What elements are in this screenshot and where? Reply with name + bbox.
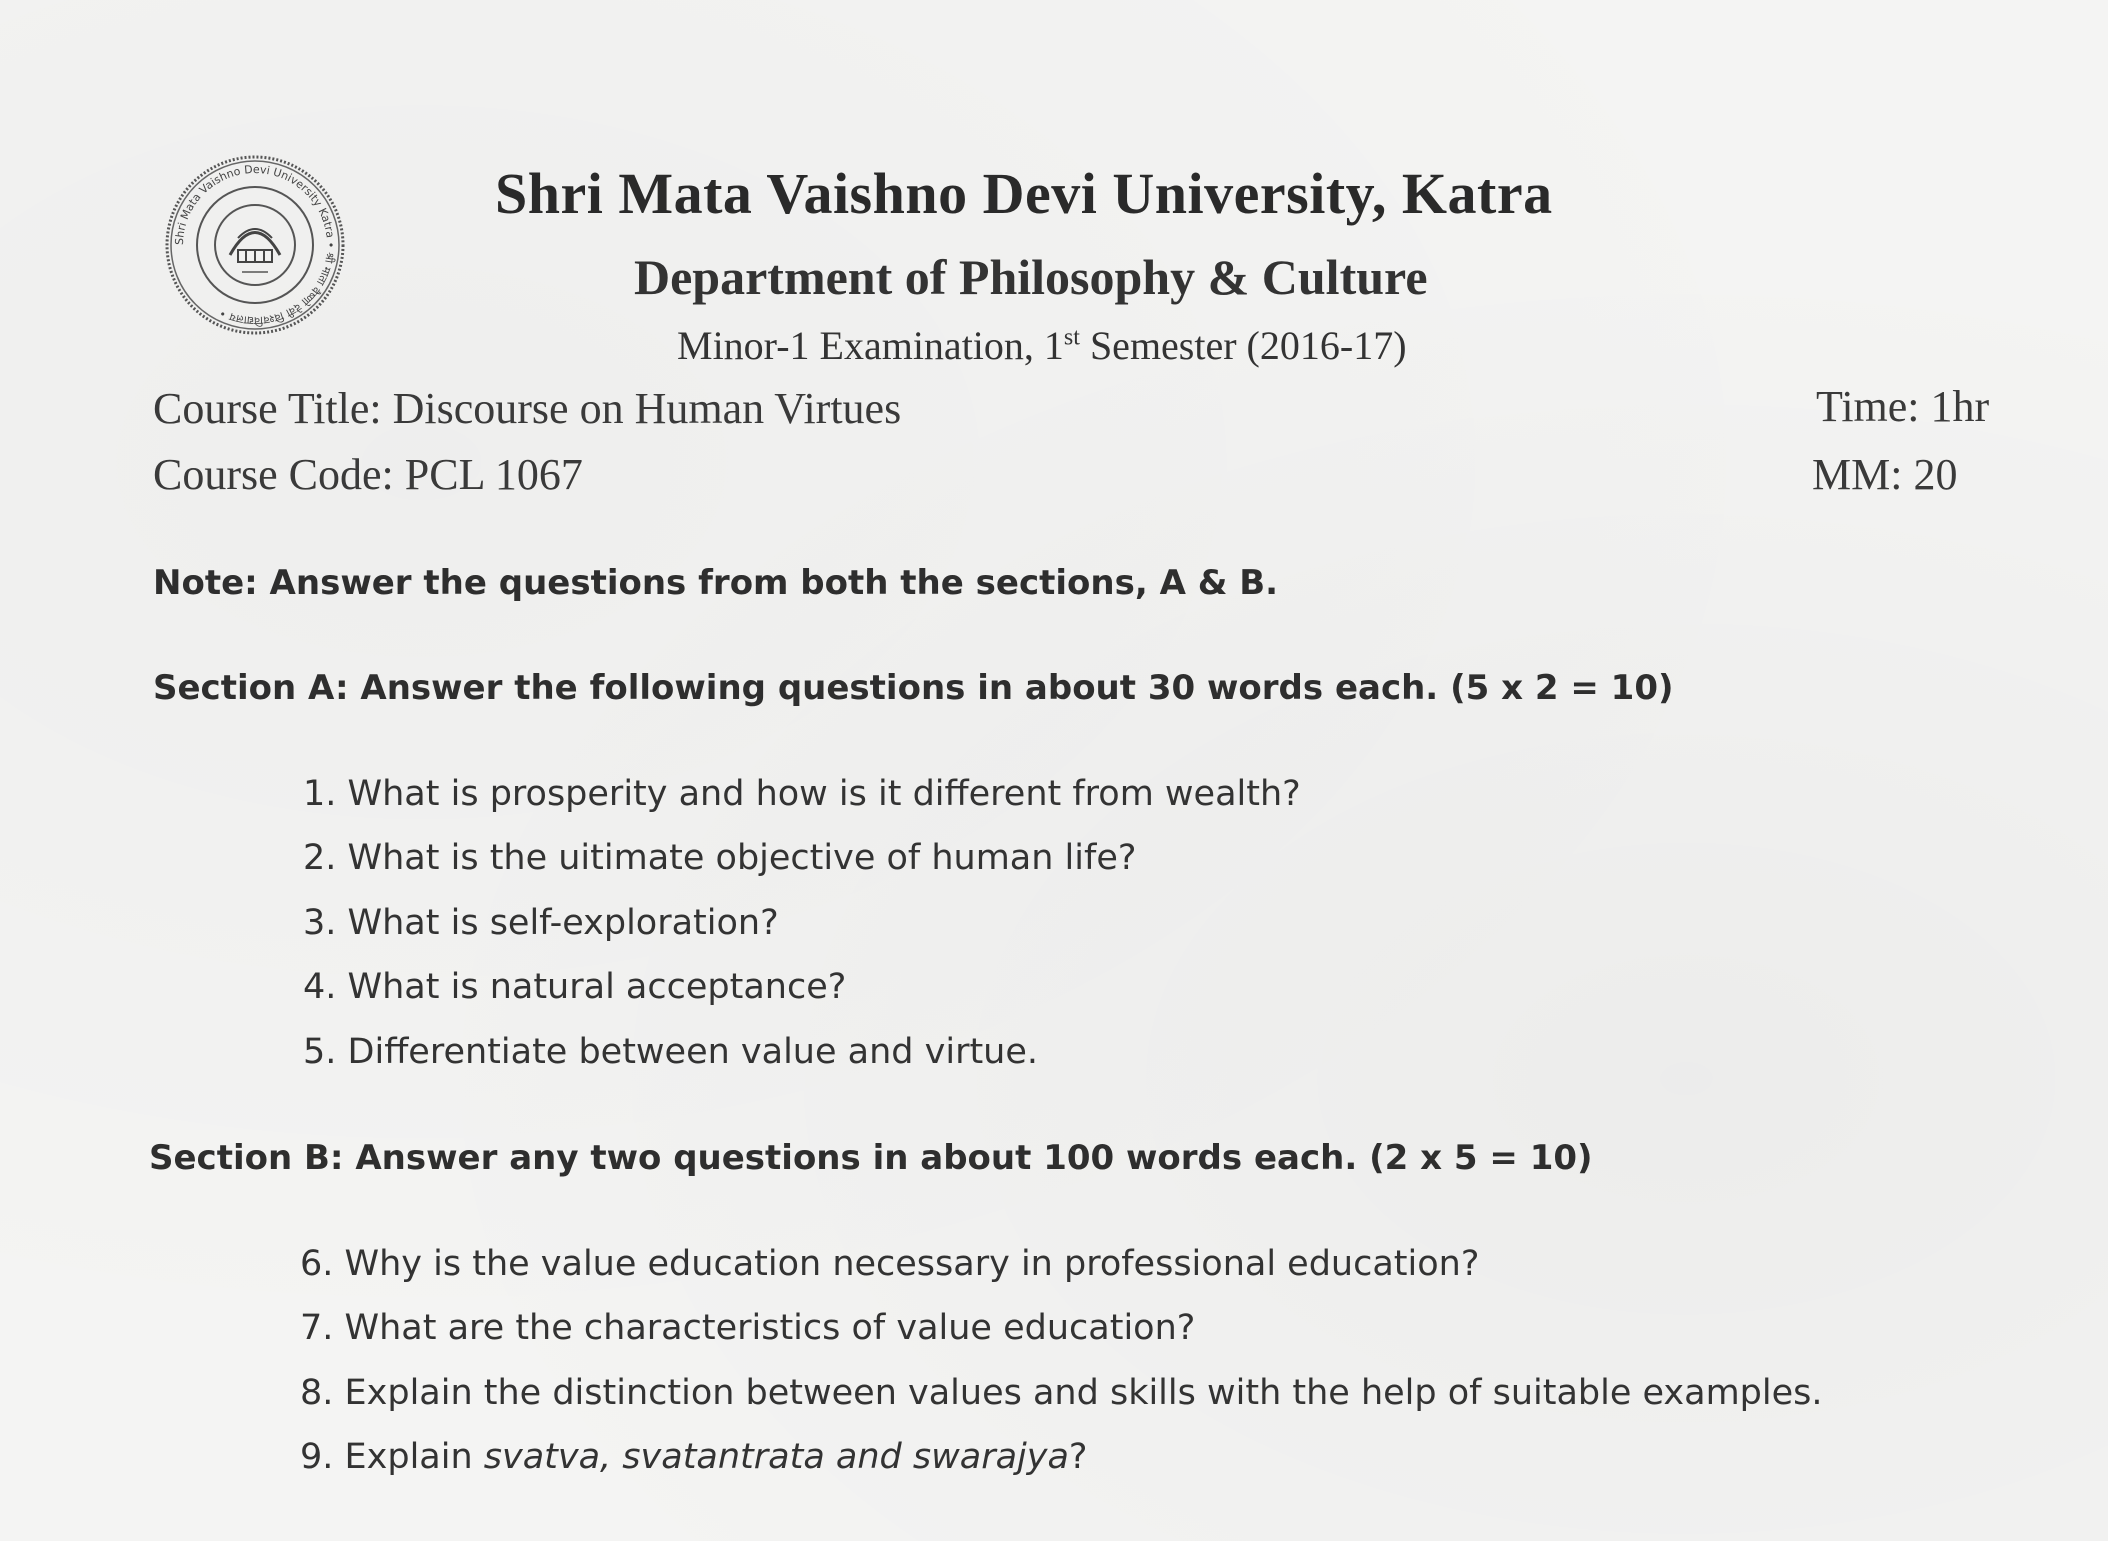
- department-name: Department of Philosophy & Culture: [634, 249, 1428, 305]
- exam-title-sup: st: [1063, 324, 1080, 351]
- exam-note: Note: Answer the questions from both the…: [153, 563, 1279, 603]
- university-name: Shri Mata Vaishno Devi University, Katra: [495, 161, 1553, 226]
- section-b-heading: Section B: Answer any two questions in a…: [149, 1138, 1593, 1178]
- question-8: 8. Explain the distinction between value…: [300, 1373, 1823, 1413]
- seal-graphic: Shri Mata Vaishno Devi University Katra …: [165, 155, 345, 335]
- section-a-heading: Section A: Answer the following question…: [153, 668, 1674, 708]
- question-1: 1. What is prosperity and how is it diff…: [303, 774, 1301, 814]
- exam-title: Minor-1 Examination, 1st Semester (2016-…: [677, 322, 1407, 369]
- question-6: 6. Why is the value education necessary …: [300, 1244, 1480, 1284]
- course-code: Course Code: PCL 1067: [153, 450, 583, 499]
- question-4: 4. What is natural acceptance?: [303, 967, 847, 1007]
- question-2: 2. What is the uitimate objective of hum…: [303, 838, 1137, 878]
- question-9-prefix: 9. Explain: [300, 1437, 484, 1477]
- question-9-terms: svatva, svatantrata and swarajya: [483, 1437, 1069, 1477]
- course-title: Course Title: Discourse on Human Virtues: [153, 384, 902, 433]
- university-seal-logo: Shri Mata Vaishno Devi University Katra …: [160, 150, 350, 340]
- exam-time: Time: 1hr: [1816, 382, 1990, 431]
- question-9: 9. Explain svatva, svatantrata and swara…: [300, 1437, 1088, 1477]
- exam-title-suffix: Semester (2016-17): [1079, 323, 1407, 368]
- max-marks: MM: 20: [1812, 450, 1958, 499]
- question-7: 7. What are the characteristics of value…: [300, 1308, 1196, 1348]
- question-3: 3. What is self-exploration?: [303, 903, 779, 943]
- exam-title-prefix: Minor-1 Examination, 1: [677, 323, 1064, 368]
- question-5: 5. Differentiate between value and virtu…: [303, 1032, 1039, 1072]
- question-9-suffix: ?: [1068, 1437, 1088, 1477]
